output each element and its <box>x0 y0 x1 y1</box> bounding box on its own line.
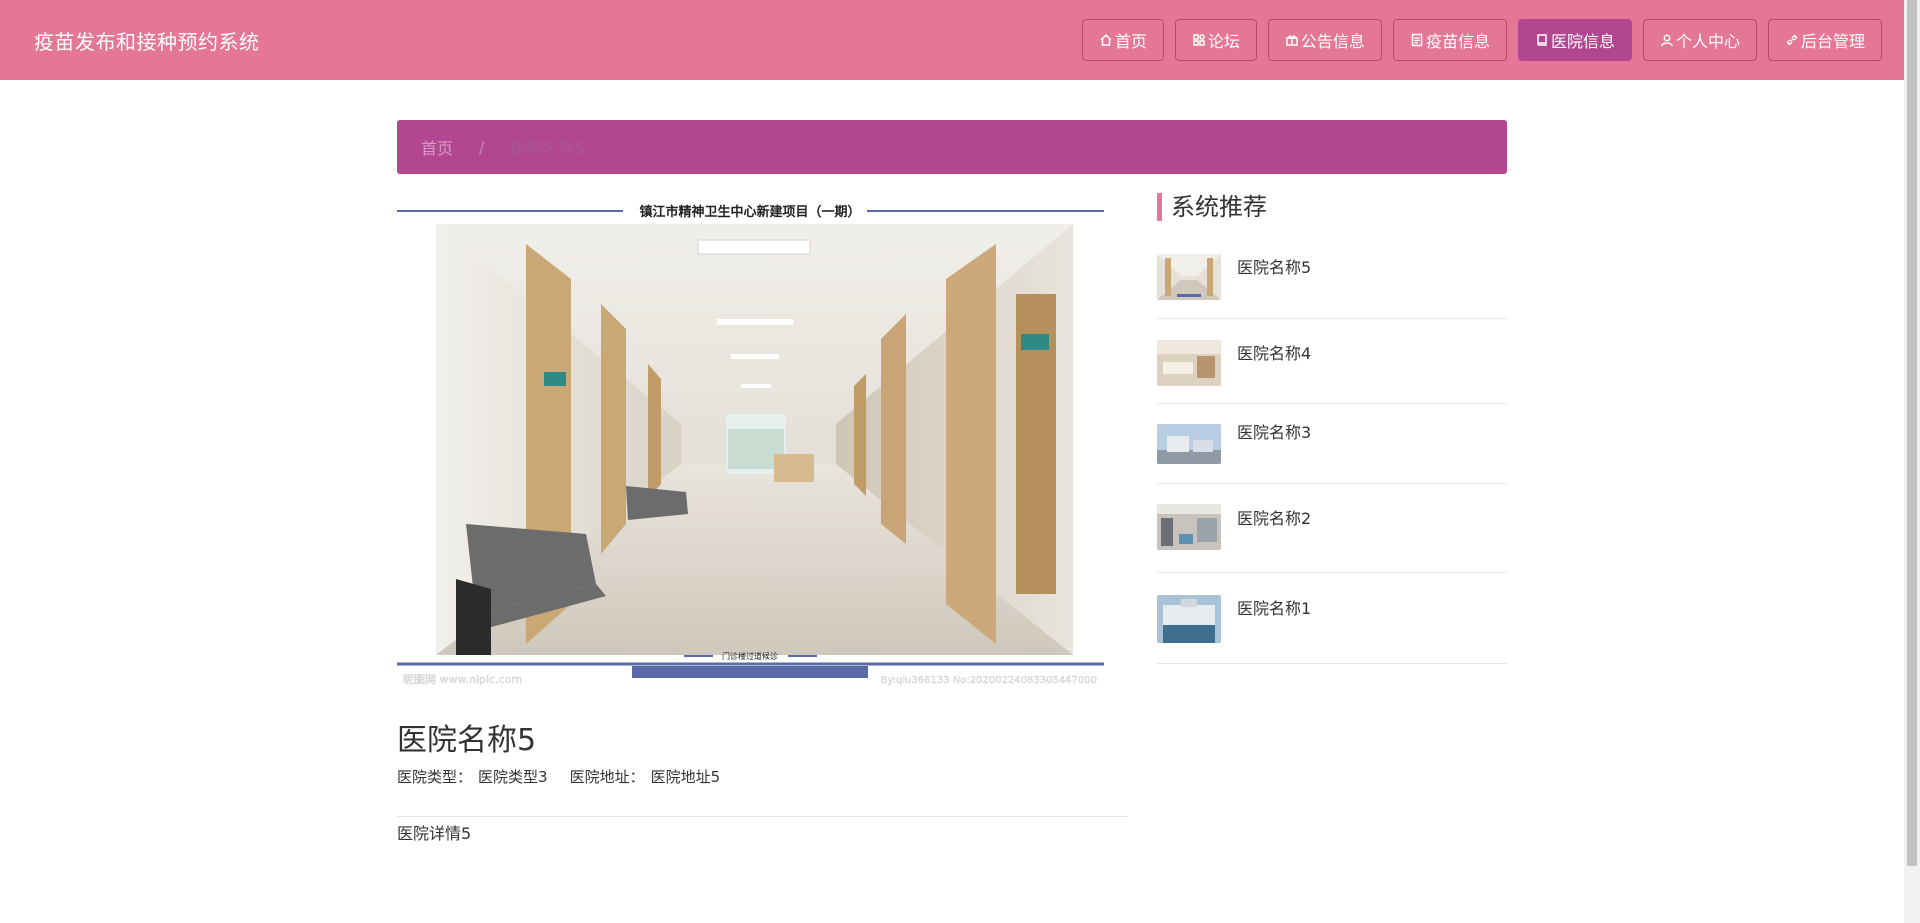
recommendation-thumbnail <box>1157 424 1221 464</box>
nav-label: 后台管理 <box>1800 32 1865 51</box>
gift-icon <box>1286 35 1298 46</box>
recommendation-thumbnail <box>1157 504 1221 550</box>
recommendation-label: 医院名称1 <box>1237 599 1312 618</box>
recommendation-item[interactable]: 医院名称4 <box>1157 319 1507 404</box>
main-nav: 首页 论坛 公告信息 疫苗信息 医院信息 个人中心 后台管理 <box>1081 19 1882 61</box>
breadcrumb: 首页 / 医院名称5 <box>397 120 1507 174</box>
recommendation-label: 医院名称5 <box>1237 258 1312 277</box>
recommendation-label: 医院名称3 <box>1237 423 1312 442</box>
image-watermark-left: 昵图网 www.nipic.com <box>403 673 522 686</box>
recommendation-thumbnail <box>1157 595 1221 643</box>
hospital-type-value: 医院类型3 <box>478 768 548 786</box>
forum-icon <box>1193 34 1205 46</box>
recommendation-label: 医院名称4 <box>1237 344 1312 363</box>
recommendation-thumbnail <box>1157 254 1221 300</box>
page-scrollbar[interactable] <box>1904 0 1920 923</box>
sidebar-title: 系统推荐 <box>1157 193 1267 221</box>
recommendation-item[interactable]: 医院名称2 <box>1157 484 1507 573</box>
content-divider <box>397 816 1127 817</box>
nav-label: 疫苗信息 <box>1425 32 1490 51</box>
nav-label: 医院信息 <box>1550 32 1615 51</box>
recommendation-item[interactable]: 医院名称5 <box>1157 236 1507 319</box>
top-navbar: 疫苗发布和接种预约系统 首页 论坛 公告信息 疫苗信息 医院信息 个人中心 后台… <box>0 0 1904 80</box>
recommendation-item[interactable]: 医院名称3 <box>1157 404 1507 484</box>
book-icon <box>1537 34 1547 46</box>
nav-hospitals-button[interactable]: 医院信息 <box>1517 19 1632 61</box>
hospital-meta: 医院类型： 医院类型3 医院地址： 医院地址5 <box>397 766 720 787</box>
nav-label: 公告信息 <box>1300 32 1365 51</box>
home-icon <box>1100 33 1112 46</box>
nav-vaccines-button[interactable]: 疫苗信息 <box>1392 19 1507 61</box>
user-icon <box>1661 34 1673 47</box>
doc-icon <box>1411 33 1423 47</box>
recommendation-thumbnail <box>1157 340 1221 386</box>
link-icon <box>1786 35 1797 45</box>
breadcrumb-current: 医院名称5 <box>510 139 585 158</box>
nav-label: 首页 <box>1114 32 1147 51</box>
hospital-address-label: 医院地址： <box>569 768 645 786</box>
nav-announcements-button[interactable]: 公告信息 <box>1267 19 1382 61</box>
recommendation-item[interactable]: 医院名称1 <box>1157 573 1507 664</box>
site-title[interactable]: 疫苗发布和接种预约系统 <box>34 26 260 55</box>
nav-label: 个人中心 <box>1675 32 1740 51</box>
breadcrumb-home-link[interactable]: 首页 <box>421 135 453 159</box>
nav-home-button[interactable]: 首页 <box>1081 19 1164 61</box>
image-watermark-right: By:qiu366133 No:20200224083305447000 <box>881 675 1097 686</box>
breadcrumb-separator: / <box>479 137 485 157</box>
hospital-description: 医院详情5 <box>397 824 472 843</box>
nav-profile-button[interactable]: 个人中心 <box>1642 19 1757 61</box>
hospital-main-image: 镇江市精神卫生中心新建项目（一期） 门诊楼过道候诊 昵图网 www.nipic.… <box>397 196 1104 696</box>
recommendation-list: 医院名称5 医院名称4 医院名称3 医院名称2 医院名称1 <box>1157 236 1507 664</box>
hospital-name-title: 医院名称5 <box>397 723 537 758</box>
nav-forum-button[interactable]: 论坛 <box>1174 19 1257 61</box>
nav-admin-button[interactable]: 后台管理 <box>1767 19 1882 61</box>
scrollbar-thumb[interactable] <box>1907 0 1917 866</box>
image-caption-bottom: 门诊楼过道候诊 <box>722 651 778 661</box>
nav-label: 论坛 <box>1207 32 1240 51</box>
hospital-type-label: 医院类型： <box>397 768 473 786</box>
image-caption-top: 镇江市精神卫生中心新建项目（一期） <box>639 204 860 220</box>
hospital-address-value: 医院地址5 <box>650 768 721 786</box>
recommendation-label: 医院名称2 <box>1237 509 1312 528</box>
